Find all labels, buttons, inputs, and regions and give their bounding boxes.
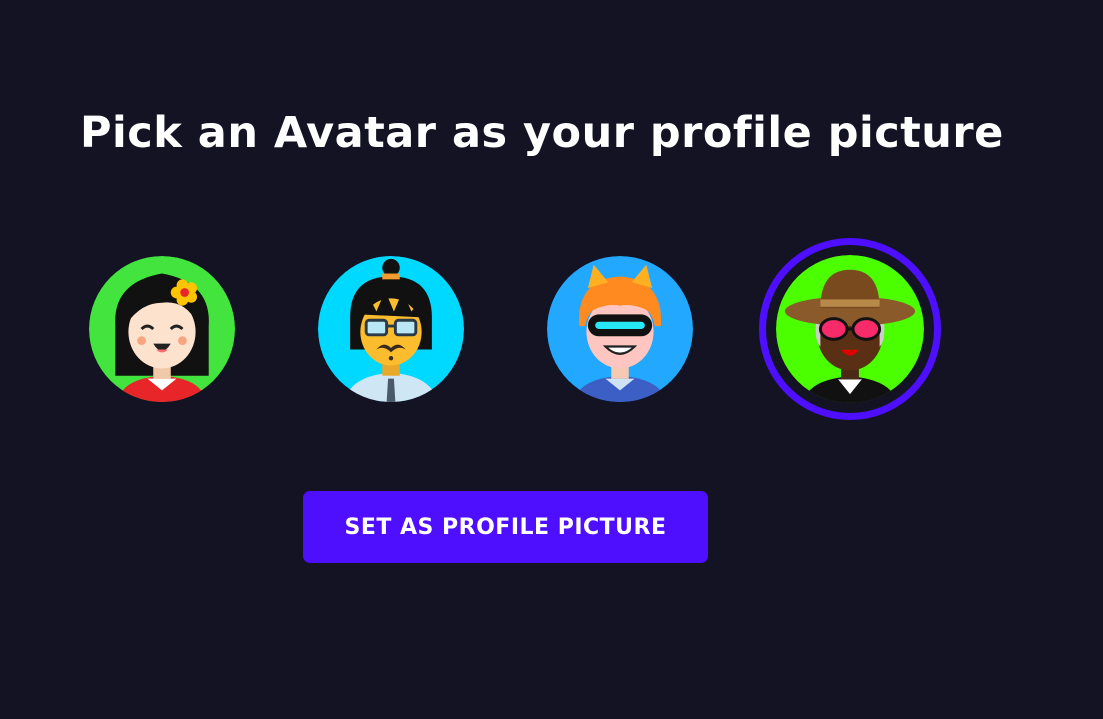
man-with-hat-icon [776, 255, 924, 403]
avatar-option-3[interactable] [547, 256, 693, 402]
avatar-list [0, 0, 1103, 719]
boy-with-glasses-icon [318, 256, 464, 402]
boy-with-visor-icon [547, 256, 693, 402]
avatar-option-1[interactable] [89, 256, 235, 402]
avatar-option-2[interactable] [318, 256, 464, 402]
set-profile-picture-button[interactable]: SET AS PROFILE PICTURE [303, 491, 708, 563]
girl-with-flower-icon [89, 256, 235, 402]
avatar-option-4[interactable] [759, 238, 941, 420]
